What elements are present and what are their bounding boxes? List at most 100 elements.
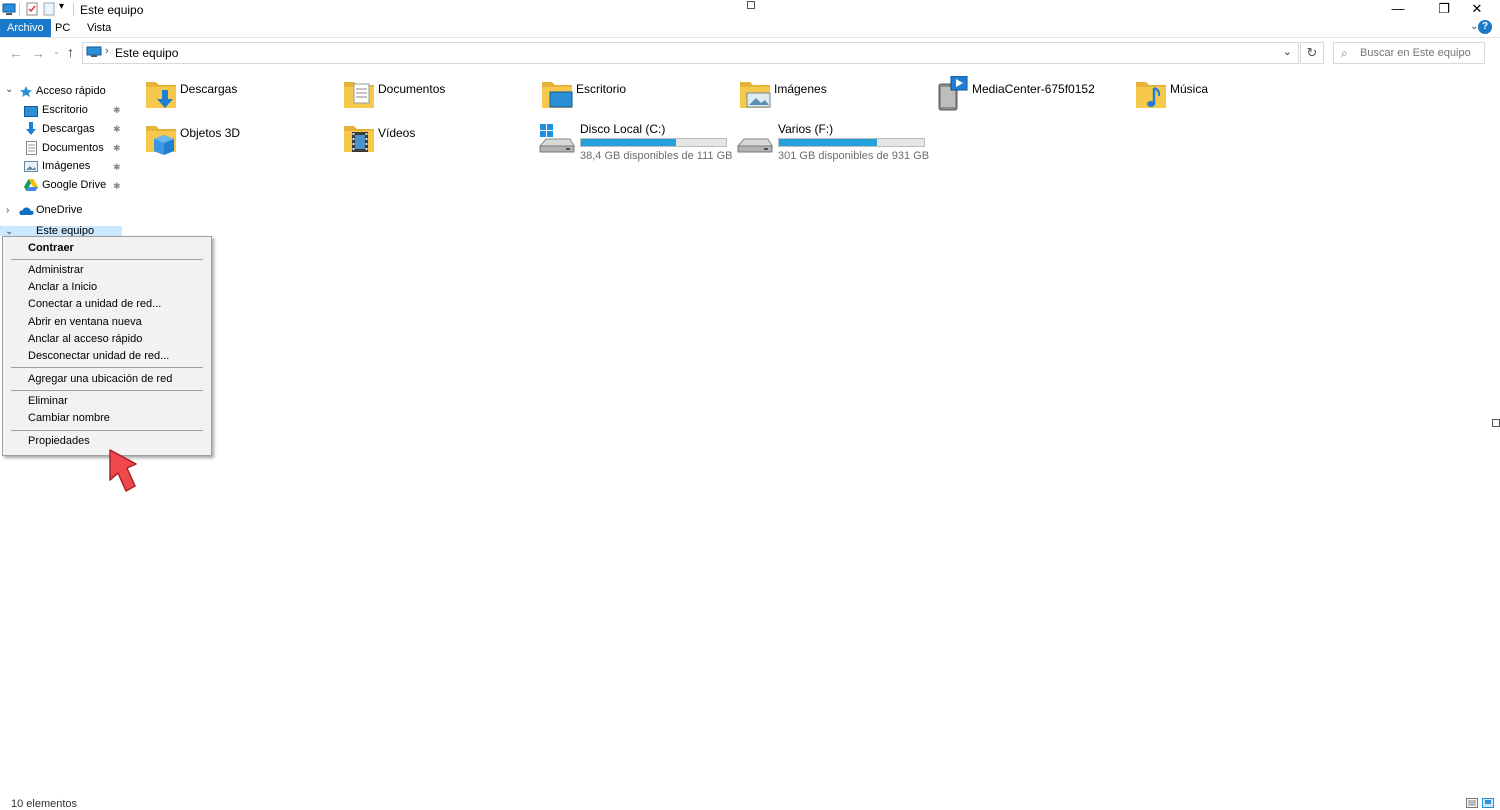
menu-separator: [11, 430, 203, 431]
chevron-down-icon[interactable]: ⌄: [5, 227, 13, 237]
menu-separator: [11, 259, 203, 260]
content-area: Descargas Documentos Escritorio Imágenes…: [140, 72, 1500, 172]
star-icon: [20, 86, 32, 97]
folder-musica[interactable]: Música: [1134, 76, 1324, 116]
hard-drive-icon: [736, 138, 773, 153]
media-server-mediacenter[interactable]: MediaCenter-675f0152: [936, 76, 1126, 116]
drive-usage-fill: [779, 139, 878, 146]
folder-objetos-3d[interactable]: Objetos 3D: [144, 120, 334, 160]
chevron-right-icon[interactable]: ›: [6, 205, 9, 216]
document-icon: [26, 141, 37, 155]
resize-handle[interactable]: [747, 1, 755, 9]
3d-objects-folder-icon: [146, 126, 176, 155]
address-bar[interactable]: › Este equipo ⌄: [82, 42, 1299, 64]
menu-item-abrir-ventana-nueva[interactable]: Abrir en ventana nueva: [28, 314, 198, 331]
search-icon: ⌕: [1341, 46, 1348, 60]
folder-label: Vídeos: [378, 126, 416, 140]
menu-item-conectar-unidad-red[interactable]: Conectar a unidad de red...: [28, 296, 198, 313]
folder-label: Música: [1170, 82, 1209, 96]
menu-item-desconectar-unidad-red[interactable]: Desconectar unidad de red...: [28, 348, 198, 365]
search-input[interactable]: [1360, 45, 1480, 60]
this-pc-icon[interactable]: [2, 2, 16, 17]
customize-toolbar-icon[interactable]: ▾: [59, 1, 64, 12]
menu-item-cambiar-nombre[interactable]: Cambiar nombre: [28, 410, 198, 427]
drive-usage-bar: [778, 138, 925, 147]
back-arrow-icon[interactable]: ←: [9, 45, 23, 61]
pin-icon[interactable]: ✱: [113, 143, 121, 154]
videos-folder-icon: [344, 126, 374, 152]
drive-c[interactable]: Disco Local (C:) 38,4 GB disponibles de …: [538, 118, 732, 162]
folder-videos[interactable]: Vídeos: [342, 120, 532, 160]
folder-escritorio[interactable]: Escritorio: [540, 76, 730, 116]
address-path[interactable]: Este equipo: [115, 46, 178, 60]
desktop-icon: [24, 106, 38, 117]
sidebar-item-descargas[interactable]: Descargas: [42, 120, 95, 139]
menu-item-eliminar[interactable]: Eliminar: [28, 393, 198, 410]
documents-folder-icon: [344, 82, 374, 108]
toolbar-divider: [19, 3, 20, 16]
drive-label: Disco Local (C:): [580, 122, 666, 136]
folder-label: Objetos 3D: [180, 126, 241, 140]
sidebar-item-onedrive[interactable]: OneDrive: [36, 201, 82, 220]
sidebar-item-imagenes[interactable]: Imágenes: [42, 157, 90, 176]
downloads-folder-icon: [146, 82, 176, 108]
folder-label: Descargas: [180, 82, 238, 96]
download-icon: [26, 122, 36, 135]
pin-icon[interactable]: ✱: [113, 105, 121, 116]
sidebar-item-escritorio[interactable]: Escritorio: [42, 101, 88, 120]
folder-imagenes[interactable]: Imágenes: [738, 76, 928, 116]
music-folder-icon: [1136, 82, 1166, 108]
this-pc-icon: [86, 46, 102, 57]
sidebar-item-quick-access[interactable]: Acceso rápido: [36, 82, 106, 101]
tab-pc[interactable]: PC: [48, 19, 77, 37]
drive-free-space: 38,4 GB disponibles de 111 GB: [580, 150, 733, 162]
chevron-down-icon[interactable]: ⌄: [5, 84, 13, 95]
pin-icon[interactable]: ✱: [113, 181, 121, 192]
menu-item-anclar-acceso-rapido[interactable]: Anclar al acceso rápido: [28, 331, 198, 348]
large-icons-view-icon[interactable]: [1482, 798, 1494, 808]
folder-label: Escritorio: [576, 82, 627, 96]
folder-descargas[interactable]: Descargas: [144, 76, 334, 116]
menu-separator: [11, 390, 203, 391]
menu-item-contraer[interactable]: Contraer: [28, 240, 198, 257]
pin-icon[interactable]: ✱: [113, 162, 121, 173]
drive-f[interactable]: Varios (F:) 301 GB disponibles de 931 GB: [736, 118, 929, 162]
desktop-folder-icon: [542, 82, 573, 108]
onedrive-icon: [19, 207, 34, 215]
folder-label: Documentos: [378, 82, 446, 96]
menu-item-administrar[interactable]: Administrar: [28, 262, 198, 279]
tab-vista[interactable]: Vista: [80, 19, 118, 37]
new-folder-icon[interactable]: [43, 2, 55, 16]
pin-icon[interactable]: ✱: [113, 124, 121, 135]
menu-item-agregar-ubicacion-red[interactable]: Agregar una ubicación de red: [28, 371, 198, 388]
tab-archivo[interactable]: Archivo: [0, 19, 51, 37]
pictures-icon: [24, 161, 38, 172]
sidebar-item-this-pc[interactable]: Este equipo: [36, 226, 94, 236]
ribbon-tabs: Archivo PC Vista ⌄ ?: [0, 19, 1500, 38]
drive-free-space: 301 GB disponibles de 931 GB: [778, 150, 930, 162]
annotation-arrow-icon: [109, 449, 137, 492]
drive-usage-bar: [580, 138, 727, 147]
recent-locations-icon[interactable]: ⌄: [53, 47, 60, 56]
menu-item-anclar-inicio[interactable]: Anclar a Inicio: [28, 279, 198, 296]
up-arrow-icon[interactable]: ↑: [67, 44, 74, 60]
menu-separator: [11, 367, 203, 368]
search-box[interactable]: ⌕: [1333, 42, 1485, 64]
drive-label: Varios (F:): [778, 122, 834, 136]
forward-arrow-icon[interactable]: →: [31, 45, 45, 61]
resize-handle[interactable]: [1492, 419, 1500, 427]
sidebar-item-google-drive[interactable]: Google Drive: [42, 176, 106, 195]
chevron-right-icon[interactable]: ›: [105, 45, 109, 57]
details-view-icon[interactable]: [1466, 798, 1478, 808]
help-icon[interactable]: ?: [1478, 20, 1492, 34]
sidebar-item-documentos[interactable]: Documentos: [42, 139, 104, 158]
media-server-label: MediaCenter-675f0152: [972, 82, 1095, 96]
folder-documentos[interactable]: Documentos: [342, 76, 532, 116]
minimize-button[interactable]: —: [1375, 0, 1421, 19]
address-dropdown-icon[interactable]: ⌄: [1283, 45, 1292, 58]
close-button[interactable]: ✕: [1454, 0, 1500, 19]
window-title: Este equipo: [80, 3, 144, 17]
properties-icon[interactable]: [26, 2, 38, 16]
folder-label: Imágenes: [774, 82, 827, 96]
refresh-button[interactable]: ↻: [1300, 42, 1324, 64]
